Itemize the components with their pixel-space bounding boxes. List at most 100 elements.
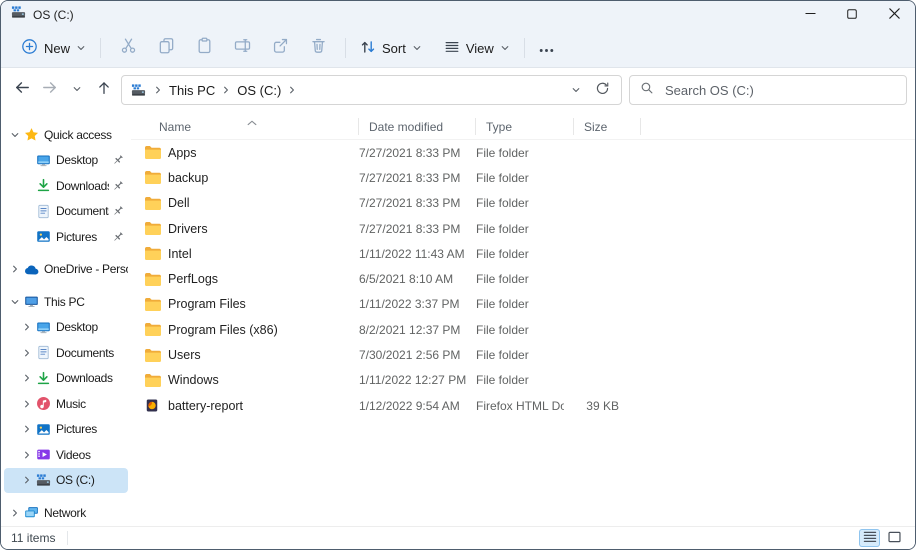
sort-button[interactable]: Sort — [354, 35, 428, 62]
column-header-type[interactable]: Type — [476, 114, 574, 139]
paste-button[interactable] — [185, 34, 223, 62]
table-row[interactable]: battery-report1/12/2022 9:54 AMFirefox H… — [131, 393, 915, 418]
table-row[interactable]: Program Files (x86)8/2/2021 12:37 PMFile… — [131, 317, 915, 342]
chevron-right-icon[interactable] — [221, 85, 231, 95]
table-row[interactable]: Apps7/27/2021 8:33 PMFile folder — [131, 140, 915, 165]
breadcrumb-os-c[interactable]: OS (C:) — [233, 81, 285, 100]
sidebar-item-documents[interactable]: Documents — [4, 340, 128, 366]
toolbar-actions — [109, 34, 337, 62]
breadcrumb-this-pc[interactable]: This PC — [165, 81, 219, 100]
sidebar-item-network[interactable]: Network — [4, 500, 128, 526]
file-date-modified: 1/11/2022 11:43 AM — [349, 247, 466, 261]
sidebar-item-label: Music — [56, 397, 128, 411]
chevron-right-icon[interactable] — [19, 424, 34, 434]
copy-button[interactable] — [147, 34, 185, 62]
breadcrumb[interactable]: This PC OS (C:) — [121, 75, 622, 105]
sidebar-item-label: OS (C:) — [56, 473, 128, 487]
rename-button[interactable] — [223, 34, 261, 62]
details-view-icon — [863, 531, 877, 546]
sidebar-item-desktop[interactable]: Desktop — [4, 315, 128, 341]
search-icon — [640, 81, 654, 100]
status-separator — [67, 531, 68, 545]
see-more-button[interactable] — [533, 37, 560, 60]
downloads-icon — [34, 371, 53, 386]
sidebar-item-onedrive-personal[interactable]: OneDrive - Personal — [4, 257, 128, 283]
chevron-down-icon[interactable] — [7, 297, 22, 307]
chevron-right-icon[interactable] — [19, 450, 34, 460]
sidebar-item-videos[interactable]: Videos — [4, 442, 128, 468]
chevron-right-icon[interactable] — [287, 85, 297, 95]
sidebar-item-quick-access[interactable]: Quick access — [4, 122, 128, 148]
folder-icon — [143, 373, 161, 388]
chevron-right-icon[interactable] — [19, 348, 34, 358]
share-icon — [272, 37, 289, 59]
sidebar-item-label: Downloads — [56, 179, 109, 193]
toolbar-separator — [345, 38, 346, 58]
up-icon — [96, 80, 112, 101]
forward-button[interactable] — [37, 76, 62, 104]
cut-button[interactable] — [109, 34, 147, 62]
file-name: Dell — [168, 196, 349, 210]
table-row[interactable]: PerfLogs6/5/2021 8:10 AMFile folder — [131, 266, 915, 291]
address-dropdown-button[interactable] — [571, 83, 581, 98]
chevron-right-icon[interactable] — [19, 373, 34, 383]
table-row[interactable]: Drivers7/27/2021 8:33 PMFile folder — [131, 216, 915, 241]
drive-icon — [34, 473, 53, 488]
chevron-down-icon[interactable] — [7, 130, 22, 140]
sidebar-item-desktop[interactable]: Desktop — [4, 148, 128, 174]
pin-icon — [109, 205, 127, 217]
forward-icon — [41, 79, 58, 101]
delete-button[interactable] — [299, 34, 337, 62]
table-row[interactable]: Intel1/11/2022 11:43 AMFile folder — [131, 241, 915, 266]
sidebar-item-pictures[interactable]: Pictures — [4, 417, 128, 443]
folder-icon — [143, 246, 161, 261]
sidebar-item-os-c[interactable]: OS (C:) — [4, 468, 128, 494]
minimize-button[interactable] — [789, 1, 831, 29]
file-type: File folder — [466, 196, 564, 210]
up-button[interactable] — [91, 76, 116, 104]
file-type: File folder — [466, 373, 564, 387]
file-type: File folder — [466, 171, 564, 185]
sidebar-item-this-pc[interactable]: This PC — [4, 289, 128, 315]
file-name: backup — [168, 171, 349, 185]
refresh-button[interactable] — [595, 81, 610, 99]
file-date-modified: 7/27/2021 8:33 PM — [349, 196, 466, 210]
table-row[interactable]: Users7/30/2021 2:56 PMFile folder — [131, 342, 915, 367]
file-type: File folder — [466, 247, 564, 261]
drive-icon — [11, 5, 26, 25]
details-view-toggle[interactable] — [859, 529, 880, 547]
maximize-button[interactable] — [831, 1, 873, 29]
chevron-right-icon[interactable] — [19, 322, 34, 332]
thumbnails-view-toggle[interactable] — [884, 529, 905, 547]
chevron-right-icon[interactable] — [7, 508, 22, 518]
file-date-modified: 7/27/2021 8:33 PM — [349, 146, 466, 160]
titlebar: OS (C:) — [1, 1, 915, 29]
sidebar-item-documents[interactable]: Documents — [4, 199, 128, 225]
column-header-size[interactable]: Size — [574, 114, 641, 139]
sidebar-item-downloads[interactable]: Downloads — [4, 366, 128, 392]
chevron-right-icon[interactable] — [19, 475, 34, 485]
table-row[interactable]: backup7/27/2021 8:33 PMFile folder — [131, 165, 915, 190]
table-row[interactable]: Program Files1/11/2022 3:37 PMFile folde… — [131, 292, 915, 317]
table-row[interactable]: Windows1/11/2022 12:27 PMFile folder — [131, 368, 915, 393]
view-button[interactable]: View — [438, 35, 516, 62]
new-button-label: New — [44, 41, 70, 56]
chevron-right-icon[interactable] — [153, 85, 163, 95]
back-button[interactable] — [10, 76, 35, 104]
table-row[interactable]: Dell7/27/2021 8:33 PMFile folder — [131, 191, 915, 216]
chevron-right-icon[interactable] — [7, 264, 22, 274]
share-button[interactable] — [261, 34, 299, 62]
sidebar-item-pictures[interactable]: Pictures — [4, 224, 128, 250]
column-header-name[interactable]: Name — [159, 114, 359, 139]
recent-locations-button[interactable] — [64, 76, 89, 104]
search-input[interactable] — [663, 82, 896, 99]
sidebar-item-music[interactable]: Music — [4, 391, 128, 417]
cut-icon — [120, 37, 137, 59]
address-bar: This PC OS (C:) — [1, 68, 915, 112]
new-button[interactable]: New — [15, 34, 92, 62]
sidebar-item-downloads[interactable]: Downloads — [4, 173, 128, 199]
close-button[interactable] — [873, 1, 915, 29]
chevron-right-icon[interactable] — [19, 399, 34, 409]
column-header-date-modified[interactable]: Date modified — [359, 114, 476, 139]
file-name: Users — [168, 348, 349, 362]
